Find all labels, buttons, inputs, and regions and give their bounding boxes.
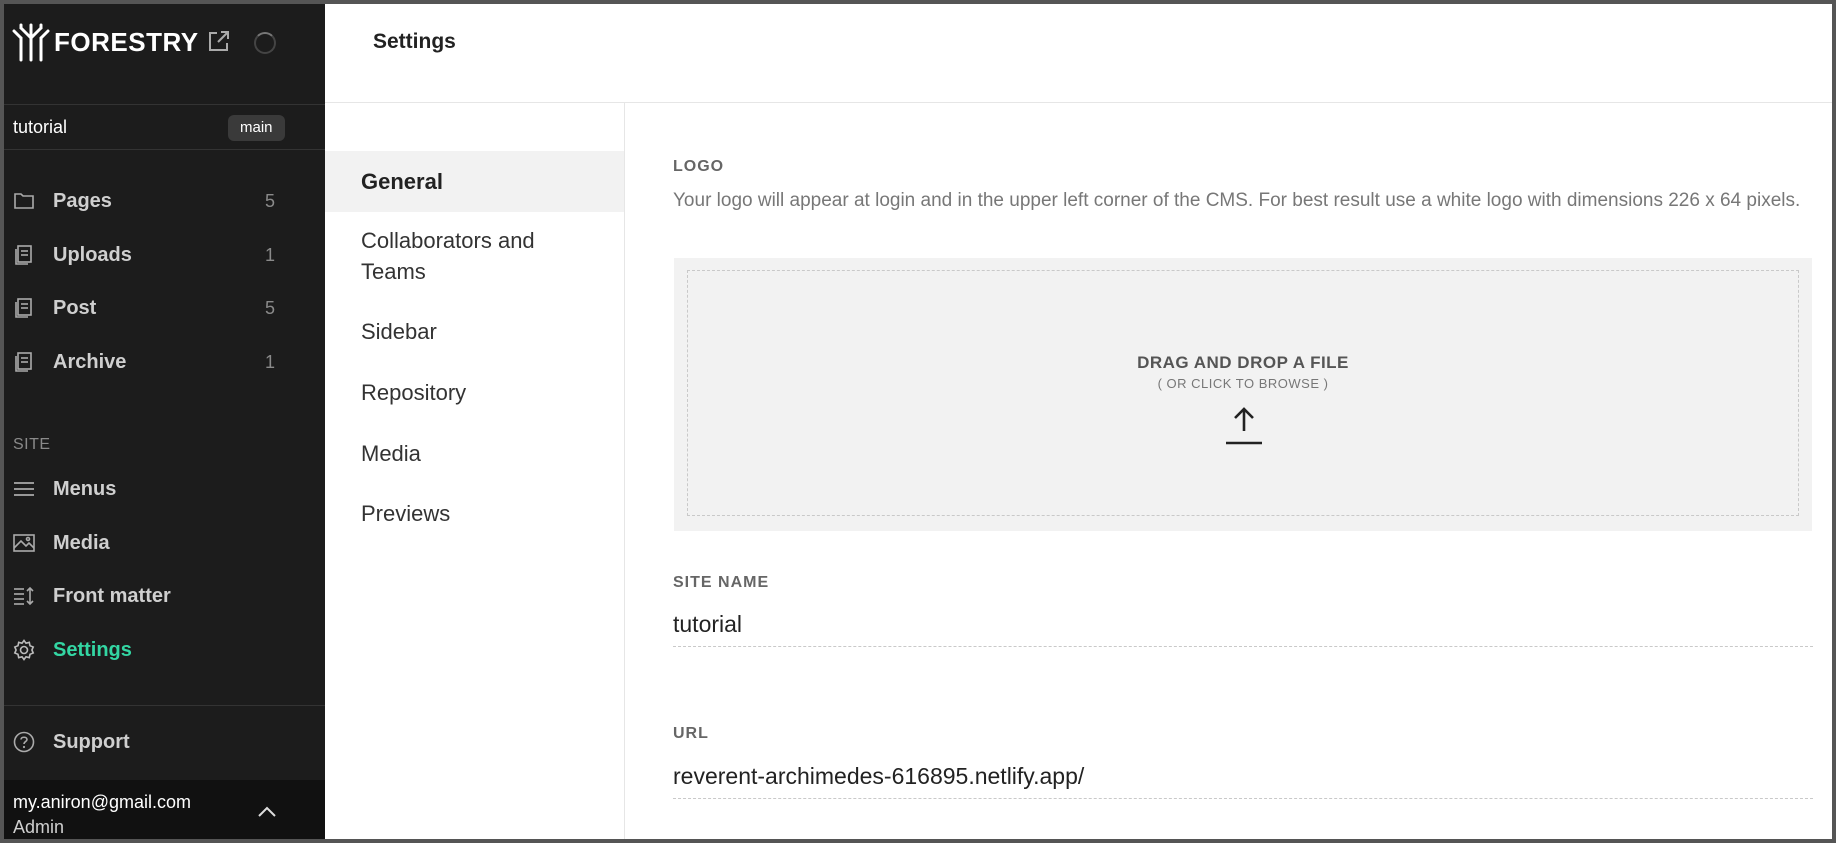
page-header: Settings: [325, 0, 1836, 103]
url-value: reverent-archimedes-616895.netlify.app/: [673, 763, 1085, 789]
documents-icon: [15, 245, 32, 265]
sidebar-section-label: SITE: [13, 436, 51, 453]
dropzone-subtitle: ( OR CLICK TO BROWSE ): [1157, 376, 1329, 391]
loading-spinner-icon: [254, 32, 276, 54]
user-email: my.aniron@gmail.com: [13, 792, 191, 812]
gear-icon: [13, 639, 35, 661]
settings-tab-media[interactable]: Media: [325, 438, 624, 469]
sidebar-item-count: 1: [264, 351, 275, 372]
sidebar-item-archive[interactable]: Archive 1: [0, 340, 325, 384]
page-title: Settings: [373, 30, 456, 53]
sidebar-item-support[interactable]: Support: [0, 720, 325, 764]
settings-tab-repository[interactable]: Repository: [325, 377, 624, 408]
sidebar-item-settings[interactable]: Settings: [0, 628, 325, 672]
site-name-input[interactable]: tutorial: [673, 605, 1813, 647]
sidebar-item-count: 5: [264, 297, 275, 318]
brand-name: FORESTRY: [54, 26, 199, 57]
sidebar-item-label: Post: [53, 296, 97, 319]
logo-label: LOGO: [673, 158, 725, 175]
branch-badge[interactable]: main: [228, 115, 285, 141]
sidebar-item-front-matter[interactable]: Front matter: [0, 574, 325, 618]
sidebar-item-label: Settings: [53, 638, 132, 661]
sidebar-item-label: Media: [53, 531, 110, 554]
logo-help-text: Your logo will appear at login and in th…: [673, 190, 1801, 211]
sidebar-item-pages[interactable]: Pages 5: [0, 179, 325, 223]
url-label: URL: [673, 725, 709, 742]
sidebar-item-menus[interactable]: Menus: [0, 467, 325, 511]
chevron-up-icon[interactable]: [256, 804, 278, 820]
sidebar-item-uploads[interactable]: Uploads 1: [0, 233, 325, 277]
upload-icon: [1226, 407, 1262, 445]
sidebar: FORESTRY tutorial main Pages 5 Uploads 1…: [0, 0, 325, 843]
sidebar-item-count: 5: [264, 190, 275, 211]
menu-icon: [14, 482, 34, 496]
sidebar-item-label: Uploads: [53, 243, 132, 266]
sidebar-divider: [0, 705, 325, 706]
sidebar-item-label: Archive: [53, 350, 127, 373]
external-link-icon[interactable]: [206, 28, 232, 54]
settings-nav: General Collaborators and Teams Sidebar …: [325, 103, 625, 843]
logo-dropzone[interactable]: DRAG AND DROP A FILE ( OR CLICK TO BROWS…: [674, 258, 1812, 531]
sidebar-item-label: Front matter: [53, 584, 171, 607]
user-menu[interactable]: my.aniron@gmail.com Admin: [0, 780, 325, 843]
documents-icon: [15, 352, 32, 372]
folder-icon: [14, 193, 34, 209]
user-role: Admin: [13, 817, 65, 837]
front-matter-icon: [14, 586, 34, 606]
url-input[interactable]: reverent-archimedes-616895.netlify.app/: [673, 757, 1813, 799]
sidebar-item-label: Support: [53, 730, 130, 753]
settings-tab-general[interactable]: General: [325, 151, 624, 212]
site-name-value: tutorial: [673, 611, 743, 637]
image-icon: [13, 534, 35, 552]
settings-tab-previews[interactable]: Previews: [325, 498, 624, 529]
sidebar-item-count: 1: [264, 244, 275, 265]
dropzone-title: DRAG AND DROP A FILE: [1137, 353, 1349, 372]
brand[interactable]: FORESTRY: [12, 22, 199, 62]
site-name: tutorial: [13, 117, 68, 137]
settings-tab-sidebar[interactable]: Sidebar: [325, 316, 624, 347]
general-settings-panel: LOGO Your logo will appear at login and …: [625, 103, 1836, 843]
site-name-label: SITE NAME: [673, 574, 770, 591]
documents-icon: [15, 298, 32, 318]
sidebar-item-post[interactable]: Post 5: [0, 286, 325, 330]
dropzone-area[interactable]: DRAG AND DROP A FILE ( OR CLICK TO BROWS…: [687, 270, 1799, 516]
forestry-logo-icon: [12, 23, 50, 62]
site-switcher[interactable]: tutorial main: [0, 104, 325, 150]
sidebar-item-label: Menus: [53, 477, 117, 500]
sidebar-item-label: Pages: [53, 189, 112, 212]
help-icon: [13, 731, 35, 753]
sidebar-item-media[interactable]: Media: [0, 521, 325, 565]
settings-tab-collaborators[interactable]: Collaborators and Teams: [325, 225, 585, 287]
